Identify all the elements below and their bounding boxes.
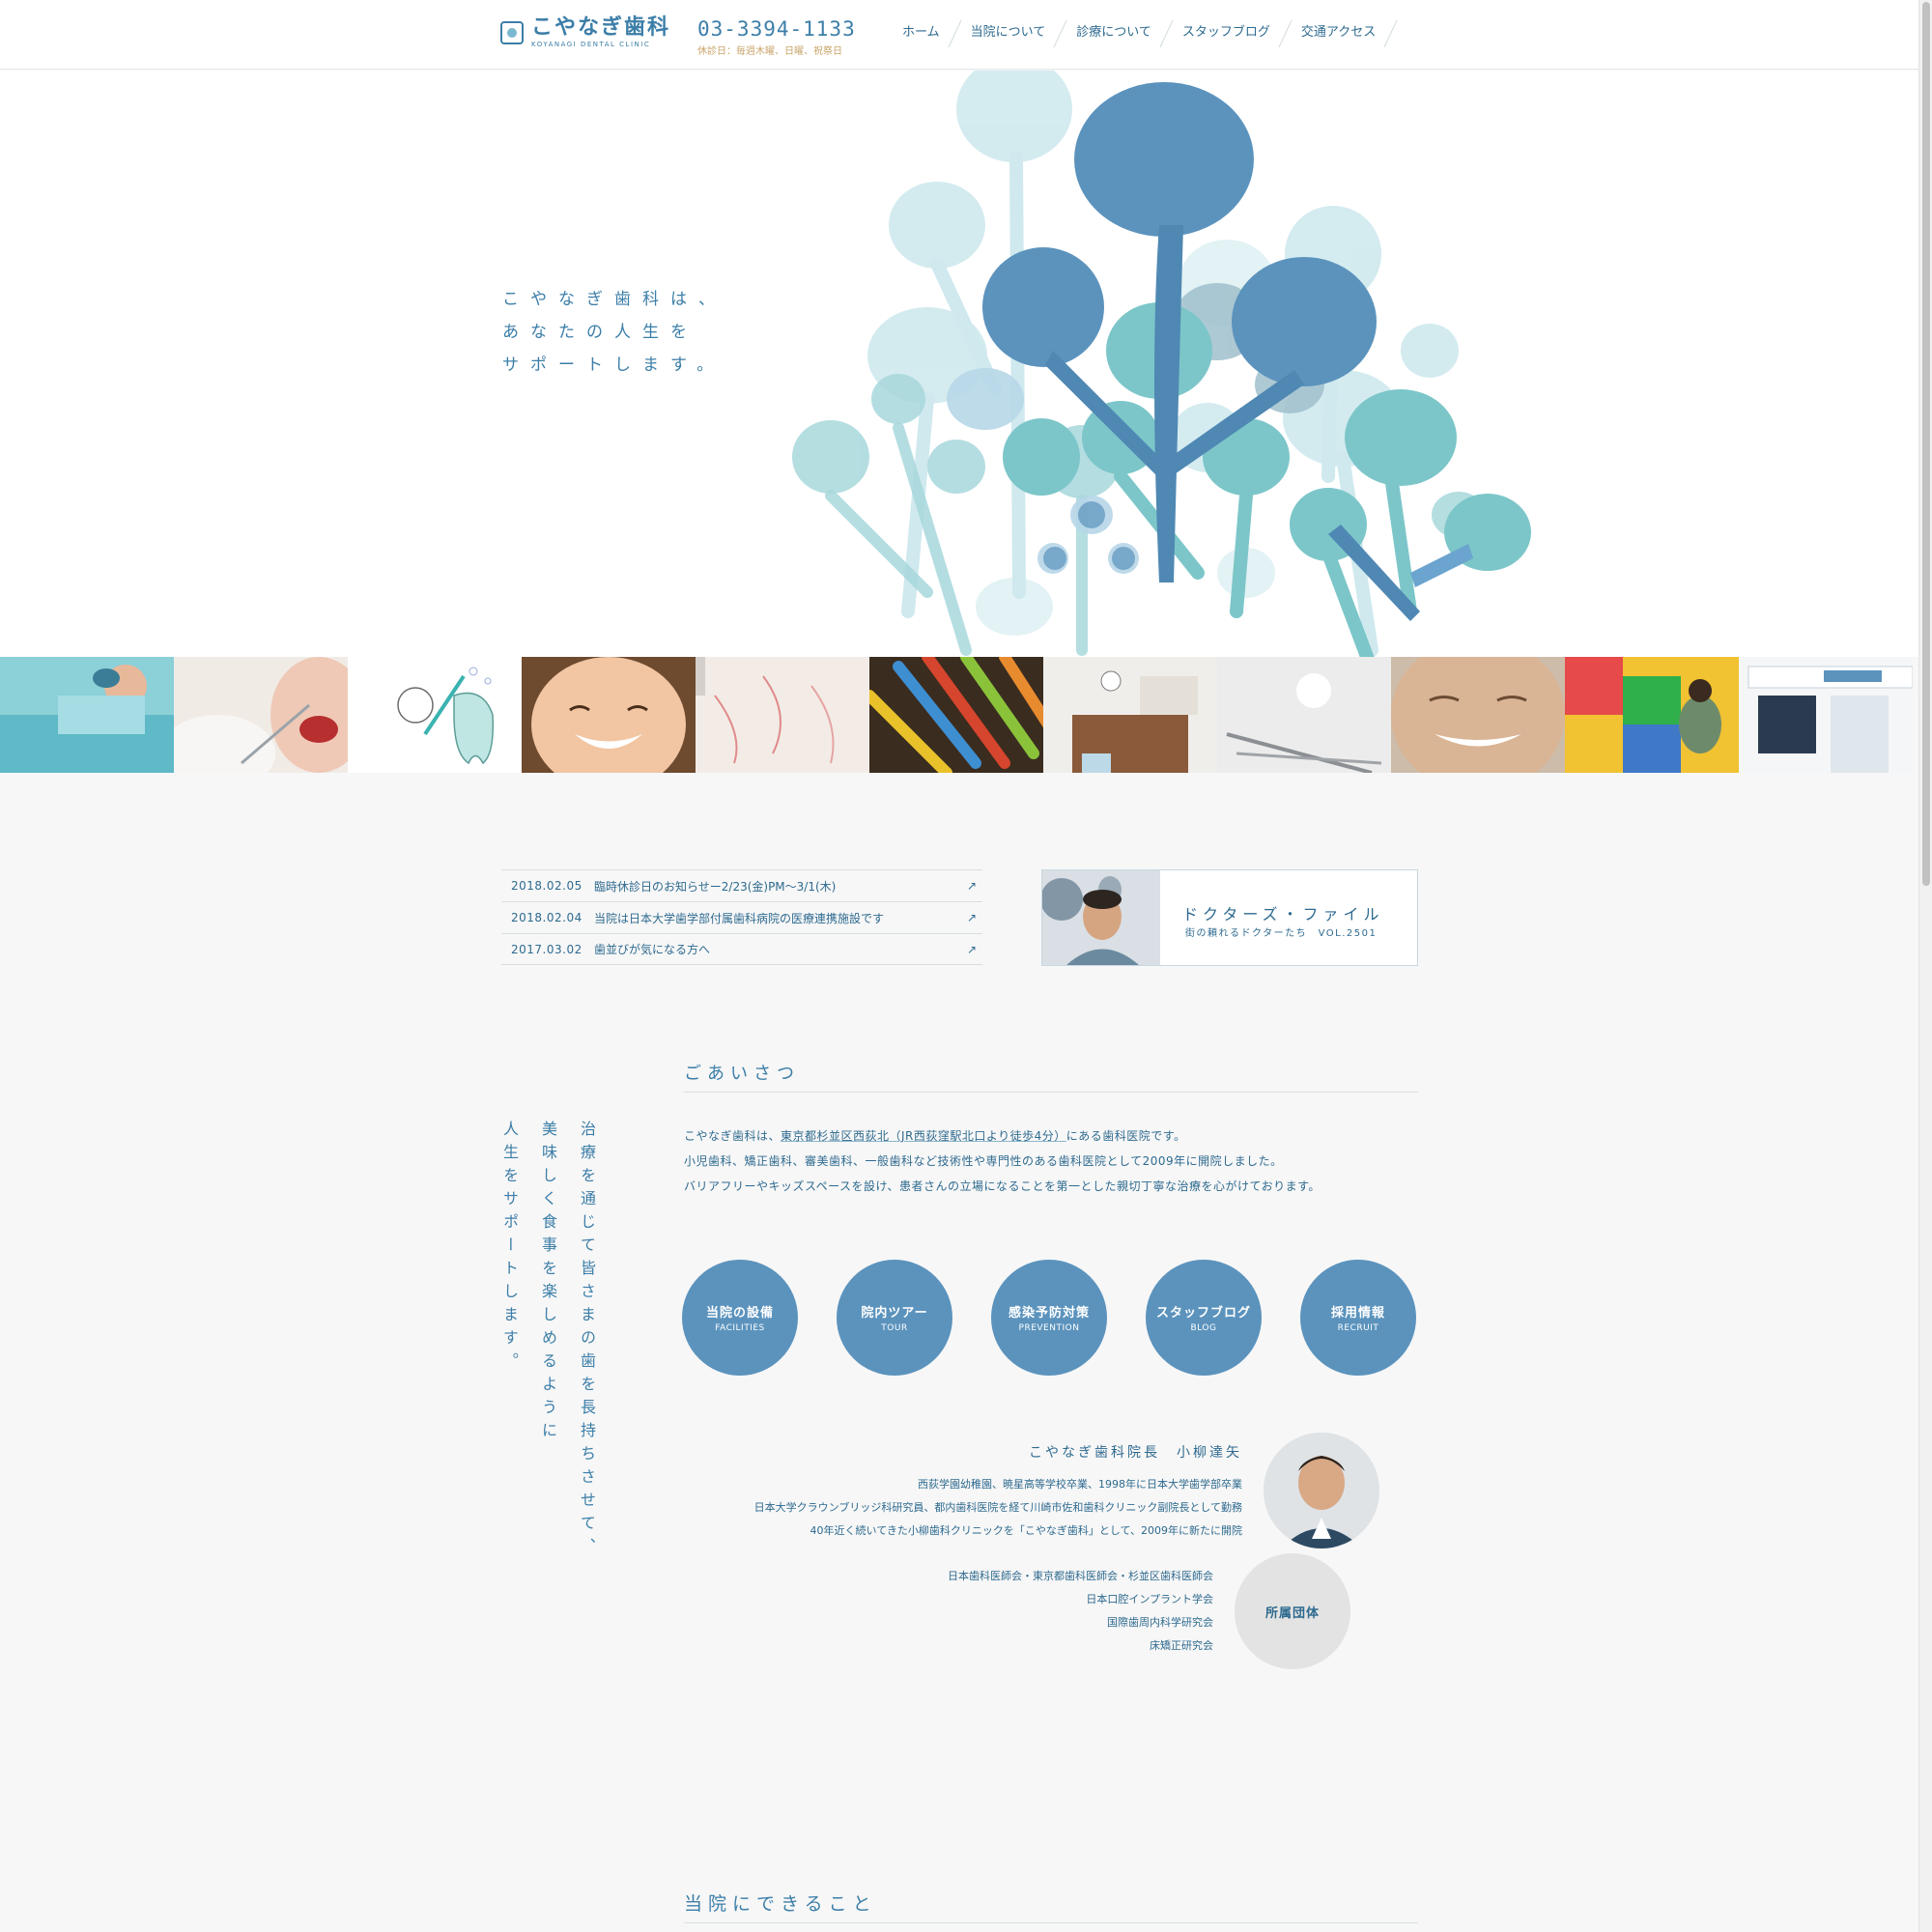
hero-copy: こやなぎ歯科は、 あなたの人生を サポートします。 [502,283,726,382]
hero: こやなぎ歯科は、 あなたの人生を サポートします。 [0,71,1918,657]
director-profile: 西荻学園幼稚園、暁星高等学校卒業、1998年に日本大学歯学部卒業 日本大学クラウ… [754,1473,1242,1543]
news-title[interactable]: 臨時休診日のお知らせー2/23(金)PM〜3/1(木) [582,878,836,895]
photo-dental-tools [1217,657,1391,773]
photo-drawing [696,657,869,773]
nav-about[interactable]: 当院について [957,17,1064,48]
photo-kids-space [1565,657,1739,773]
hero-copy-line: あなたの人生を [502,323,698,342]
profile-line: 西荻学園幼稚園、暁星高等学校卒業、1998年に日本大学歯学部卒業 [918,1478,1242,1491]
affiliation-item: 国際歯周内科学研究会 [1107,1616,1213,1629]
phone-block[interactable]: 03-3394-1133 休診日：毎週木曜、日曜、祝祭日 [697,17,856,57]
site-header: こやなぎ歯科 KOYANAGI DENTAL CLINIC 03-3394-11… [0,0,1918,70]
news-title[interactable]: 当院は日本大学歯学部付属歯科病院の医療連携施設です [582,910,884,926]
banner-subtitle: 街の頼れるドクターたち VOL.2501 [1185,928,1378,939]
director-name: こやなぎ歯科院長 小柳達矢 [1029,1445,1242,1461]
affiliation-item: 日本口腔インプラント学会 [1086,1593,1213,1605]
address-link[interactable]: 東京都杉並区西荻北（JR西荻窪駅北口より徒歩4分） [781,1129,1066,1143]
greeting-heading: ごあいさつ [684,1064,800,1084]
greeting-line: バリアフリーやキッズスペースを設け、患者さんの立場になることを第一とした親切丁寧… [684,1179,1321,1193]
closed-days: 休診日：毎週木曜、日曜、祝祭日 [697,46,842,57]
profile-line: 日本大学クラウンブリッジ科研究員、都内歯科医院を経て川崎市佐和歯科クリニック副院… [753,1501,1242,1514]
recruit-button[interactable]: 採用情報 RECRUIT [1300,1260,1416,1376]
facilities-button[interactable]: 当院の設備 FACILITIES [682,1260,798,1376]
photo-surgery [0,657,174,773]
affiliation-item: 日本歯科医師会・東京都歯科医師会・杉並区歯科医師会 [948,1570,1213,1582]
hero-copy-line: こやなぎ歯科は、 [502,290,726,309]
services-heading: 当院にできること [684,1893,877,1915]
nav-access[interactable]: 交通アクセス [1288,17,1393,48]
photo-toothbrushes [869,657,1043,773]
divider [684,1092,1418,1093]
nav-staff-blog[interactable]: スタッフブログ [1169,17,1288,48]
vertical-scrollbar[interactable] [1918,0,1932,1932]
news-date: 2017.03.02 [511,942,582,956]
photo-clinic-exterior [1739,657,1913,773]
news-date: 2018.02.04 [511,911,582,924]
arrow-up-right-icon: ↗ [966,879,977,893]
tooth-logo-icon [500,21,524,44]
arrow-up-right-icon: ↗ [966,911,977,924]
doctors-file-banner[interactable]: ドクターズ・ファイル 街の頼れるドクターたち VOL.2501 [1041,869,1418,966]
nav-home[interactable]: ホーム [889,17,957,48]
logo-name: こやなぎ歯科 [531,15,671,40]
affiliation-badge: 所属団体 [1235,1553,1350,1669]
doctor-portrait [1042,870,1160,965]
profile-line: 40年近く続いてきた小柳歯科クリニックを「こやなぎ歯科」として、2009年に新た… [810,1524,1242,1537]
affiliation-item: 床矯正研究会 [1150,1639,1213,1652]
news-title[interactable]: 歯並びが気になる方へ [582,941,710,957]
news-list: 2018.02.05 臨時休診日のお知らせー2/23(金)PM〜3/1(木) ↗… [501,869,982,965]
prevention-button[interactable]: 感染予防対策 PREVENTION [991,1260,1107,1376]
hero-copy-line: サポートします。 [502,355,725,375]
site-logo[interactable]: こやなぎ歯科 KOYANAGI DENTAL CLINIC [500,17,670,48]
news-item[interactable]: 2017.03.02 歯並びが気になる方へ ↗ [501,933,982,965]
photo-tooth-illustration [348,657,522,773]
global-nav: ホーム 当院について 診療について スタッフブログ 交通アクセス [889,17,1393,48]
feature-links: 当院の設備 FACILITIES 院内ツアー TOUR 感染予防対策 PREVE… [682,1260,1416,1376]
photo-strip [0,657,1918,773]
director-photo [1264,1433,1379,1548]
scrollbar-thumb[interactable] [1922,2,1930,886]
vertical-line: 治療を通じて皆さまの歯を長持ちさせて、 [578,1121,596,1561]
phone-number[interactable]: 03-3394-1133 [697,17,856,41]
photo-smiling-child [522,657,696,773]
vertical-line: 美味しく食事を楽しめるように [539,1121,557,1445]
logo-subtitle: KOYANAGI DENTAL CLINIC [531,41,651,48]
vertical-message: 治療を通じて皆さまの歯を長持ちさせて、 美味しく食事を楽しめるように 人生をサポ… [497,1121,598,1561]
vertical-line: 人生をサポートします。 [500,1121,519,1376]
news-date: 2018.02.05 [511,879,582,893]
greeting-body: こやなぎ歯科は、東京都杉並区西荻北（JR西荻窪駅北口より徒歩4分）にある歯科医院… [684,1123,1321,1199]
news-item[interactable]: 2018.02.04 当院は日本大学歯学部付属歯科病院の医療連携施設です ↗ [501,901,982,933]
affiliation-list: 日本歯科医師会・東京都歯科医師会・杉並区歯科医師会 日本口腔インプラント学会 国… [948,1565,1213,1658]
news-item[interactable]: 2018.02.05 臨時休診日のお知らせー2/23(金)PM〜3/1(木) ↗ [501,869,982,901]
banner-title: ドクターズ・ファイル [1182,905,1384,923]
tree-illustration [792,71,1531,657]
photo-reception [1043,657,1217,773]
greeting-line: 小児歯科、矯正歯科、審美歯科、一般歯科など技術性や専門性のある歯科医院として20… [684,1154,1283,1168]
photo-dental-mirror [174,657,348,773]
nav-treatment[interactable]: 診療について [1063,17,1169,48]
photo-smiling-elder [1391,657,1565,773]
blog-button[interactable]: スタッフブログ BLOG [1146,1260,1262,1376]
divider [684,1922,1418,1923]
tour-button[interactable]: 院内ツアー TOUR [837,1260,952,1376]
greeting-line: こやなぎ歯科は、東京都杉並区西荻北（JR西荻窪駅北口より徒歩4分）にある歯科医院… [684,1129,1186,1143]
arrow-up-right-icon: ↗ [966,943,977,956]
